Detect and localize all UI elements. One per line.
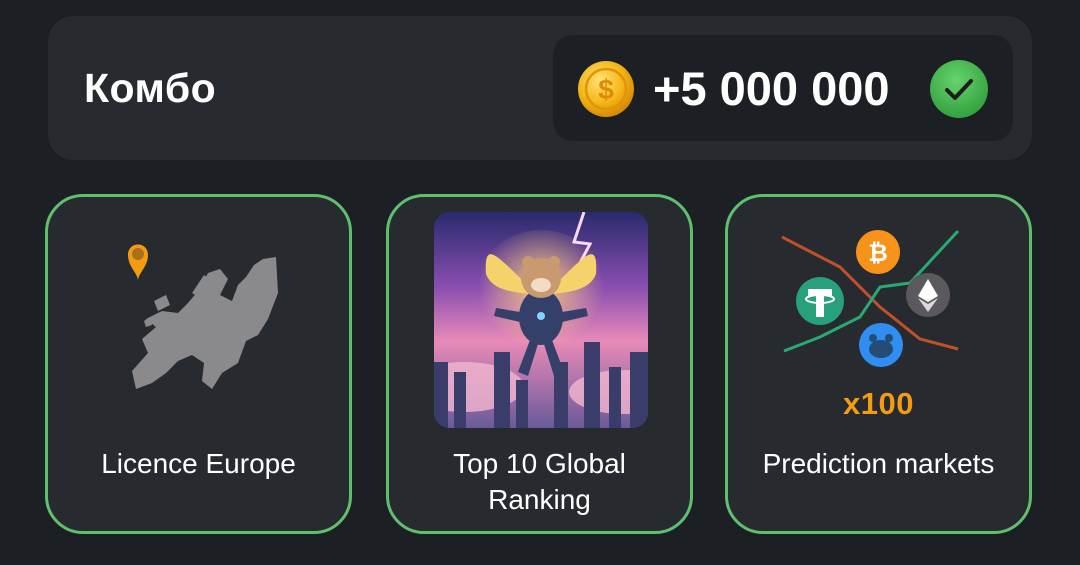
combo-header: Комбо $ +5 000 000 [48,16,1032,160]
card-label: Prediction markets [762,448,995,479]
combo-title: Комбо [84,65,217,111]
combo-card-prediction-markets[interactable]: ₿ x100 Prediction markets [725,194,1032,534]
card-label: Top 10 Global Ranking [453,448,626,515]
combo-reward-amount: +5 000 000 [653,62,890,115]
svg-text:$: $ [598,74,614,105]
coin-icon: $ [578,61,634,117]
combo-card-top-10-global-ranking[interactable]: Top 10 Global Ranking [386,194,693,534]
combo-card-licence-europe[interactable]: Licence Europe [45,194,352,534]
card-label: Licence Europe [101,448,296,479]
europe-map-icon [128,244,278,389]
multiplier-badge: x100 [843,386,914,421]
check-icon [930,60,988,118]
combo-reward-pill: $ +5 000 000 [553,35,1013,141]
svg-text:₿: ₿ [868,240,888,267]
hamster-astronaut-image [434,212,648,428]
